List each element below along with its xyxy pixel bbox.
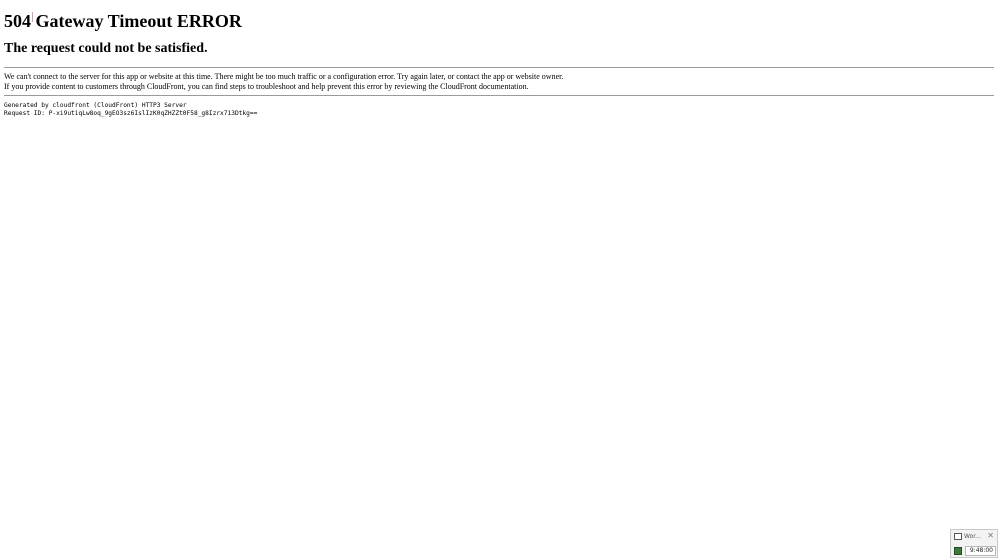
divider-top [4, 67, 994, 68]
app-icon[interactable] [954, 547, 962, 555]
error-message-line: We can't connect to the server for this … [4, 72, 564, 81]
text-cursor [32, 12, 33, 22]
server-info: Generated by cloudfront (CloudFront) HTT… [4, 102, 994, 118]
error-subheading: The request could not be satisfied. [4, 41, 208, 56]
window-icon [954, 533, 962, 540]
error-page: 504 Gateway Timeout ERROR The request co… [4, 0, 994, 118]
mini-window-status: 9:48:00 [951, 545, 997, 558]
mini-window-widget[interactable]: Wor... ✕ 9:48:00 [950, 529, 998, 558]
error-heading: 504 Gateway Timeout ERROR [4, 11, 242, 31]
mini-window-title: Wor... [964, 533, 981, 540]
error-message-line: If you provide content to customers thro… [4, 82, 529, 91]
close-icon[interactable]: ✕ [987, 531, 994, 541]
divider-bottom [4, 95, 994, 96]
error-message: We can't connect to the server for this … [4, 72, 994, 92]
generated-by-line: Generated by cloudfront (CloudFront) HTT… [4, 102, 187, 109]
mini-window-titlebar[interactable]: Wor... ✕ [951, 530, 997, 544]
clock-display: 9:48:00 [965, 546, 996, 556]
request-id-line: Request ID: P-xi9utiqLw8oq_9gEO3sz6IslIz… [4, 110, 258, 117]
